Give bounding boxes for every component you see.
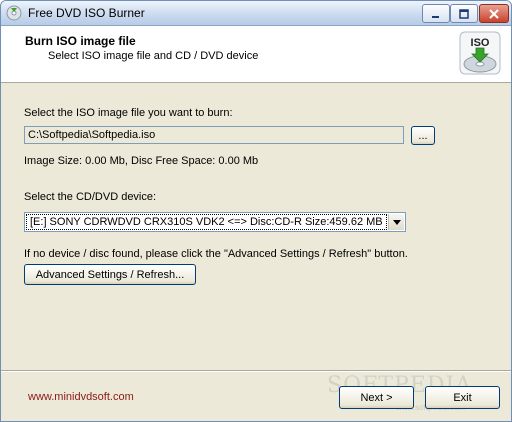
window-title: Free DVD ISO Burner [28, 6, 145, 20]
device-dropdown-button[interactable] [388, 214, 404, 230]
close-button[interactable] [479, 4, 509, 23]
logo-text: ISO [471, 37, 490, 49]
exit-button[interactable]: Exit [425, 386, 500, 409]
maximize-icon [459, 8, 469, 19]
iso-file-prompt: Select the ISO image file you want to bu… [24, 107, 233, 119]
app-window: Free DVD ISO Burner Burn ISO image file … [0, 0, 512, 422]
device-select[interactable]: [E:] SONY CDRWDVD CRX310S VDK2 <=> Disc:… [24, 212, 406, 232]
iso-path-field[interactable]: C:\Softpedia\Softpedia.iso [24, 126, 404, 144]
minimize-button[interactable] [422, 4, 450, 23]
website-link[interactable]: www.minidvdsoft.com [28, 391, 134, 403]
title-bar[interactable]: Free DVD ISO Burner [1, 1, 511, 26]
image-size-info: Image Size: 0.00 Mb, Disc Free Space: 0.… [24, 155, 259, 167]
minimize-icon [432, 15, 439, 18]
device-prompt: Select the CD/DVD device: [24, 191, 157, 203]
device-hint: If no device / disc found, please click … [24, 248, 408, 260]
iso-disc-logo-icon: ISO [459, 31, 501, 75]
header-subtitle: Select ISO image file and CD / DVD devic… [48, 50, 259, 62]
wizard-header: Burn ISO image file Select ISO image fil… [1, 26, 511, 83]
footer-divider [1, 370, 511, 372]
app-icon [6, 5, 22, 21]
close-icon [489, 8, 499, 19]
maximize-button[interactable] [450, 4, 478, 23]
advanced-settings-button[interactable]: Advanced Settings / Refresh... [24, 264, 196, 285]
next-button[interactable]: Next > [339, 386, 414, 409]
browse-button[interactable]: ... [411, 126, 435, 145]
device-selected-value: [E:] SONY CDRWDVD CRX310S VDK2 <=> Disc:… [26, 214, 387, 230]
header-title: Burn ISO image file [25, 34, 136, 48]
dropdown-arrow-icon [392, 219, 401, 225]
